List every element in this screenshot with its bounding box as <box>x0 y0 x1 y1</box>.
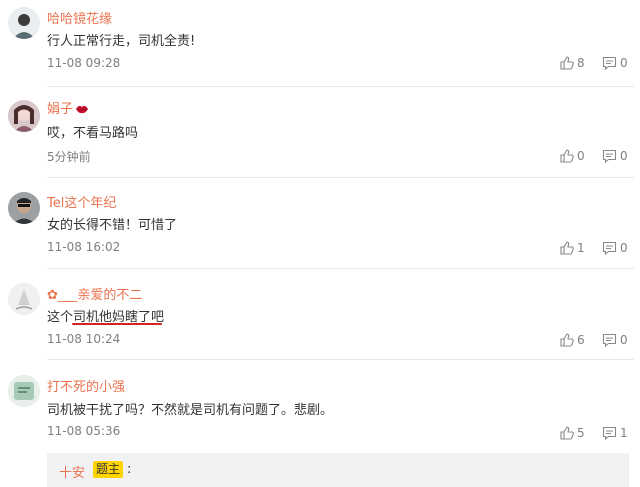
like-count: 8 <box>577 56 585 70</box>
comment-text: 司机被干扰了吗？不然就是司机有问题了。悲剧。 <box>47 403 334 418</box>
comment-time: 11-08 09:28 <box>47 56 121 70</box>
reply-count: 0 <box>620 241 628 255</box>
comment-text: 哎，不看马路吗 <box>47 126 139 141</box>
comment-item: 娟子 哎，不看马路吗 5分钟前 0 0 <box>0 90 640 180</box>
comment-time: 11-08 10:24 <box>47 332 121 346</box>
avatar[interactable] <box>8 100 40 132</box>
comment-text: 女的长得不错！可惜了 <box>47 218 178 233</box>
like-count: 5 <box>577 426 585 440</box>
lips-emoji-icon <box>75 103 89 114</box>
thumbs-up-icon <box>560 426 574 440</box>
avatar[interactable] <box>8 192 40 224</box>
reply-button[interactable]: 0 <box>602 149 628 163</box>
avatar[interactable] <box>8 375 40 407</box>
comment-item: ✿___亲爱的不二 这个司机他妈瞎了吧 11-08 10:24 6 0 <box>0 270 640 360</box>
like-count: 6 <box>577 333 585 347</box>
thumbs-up-icon <box>560 56 574 70</box>
reply-button[interactable]: 0 <box>602 333 628 347</box>
comment-text: 行人正常行走，司机全责! <box>47 34 196 49</box>
username[interactable]: Tel这个年纪 <box>47 192 116 211</box>
avatar[interactable] <box>8 7 40 39</box>
thumbs-up-icon <box>560 241 574 255</box>
reply-username[interactable]: 十安 <box>59 462 85 481</box>
reply-button[interactable]: 1 <box>602 426 628 440</box>
comment-time: 11-08 16:02 <box>47 240 121 254</box>
divider <box>47 268 634 269</box>
like-button[interactable]: 0 <box>560 149 585 163</box>
username[interactable]: 打不死的小强 <box>47 376 125 395</box>
reply-button[interactable]: 0 <box>602 241 628 255</box>
like-button[interactable]: 8 <box>560 56 585 70</box>
reply-colon: : <box>127 462 132 477</box>
comment-time: 5分钟前 <box>47 150 91 164</box>
like-count: 0 <box>577 149 585 163</box>
comment-bubble-icon <box>602 426 617 440</box>
username-text: 娟子 <box>47 102 74 117</box>
comment-time: 11-08 05:36 <box>47 424 121 438</box>
username[interactable]: ✿___亲爱的不二 <box>47 284 142 303</box>
comment-item: 哈哈镜花缘 行人正常行走，司机全责! 11-08 09:28 8 0 <box>0 0 640 90</box>
reply-button[interactable]: 0 <box>602 56 628 70</box>
divider <box>47 177 634 178</box>
thumbs-up-icon <box>560 149 574 163</box>
username[interactable]: 哈哈镜花缘 <box>47 8 112 27</box>
like-count: 1 <box>577 241 585 255</box>
host-badge: 题主 <box>93 461 124 478</box>
like-button[interactable]: 5 <box>560 426 585 440</box>
like-button[interactable]: 1 <box>560 241 585 255</box>
avatar[interactable] <box>8 283 40 315</box>
comment-bubble-icon <box>602 333 617 347</box>
divider <box>47 86 634 87</box>
reply-count: 0 <box>620 149 628 163</box>
reply-count: 1 <box>620 426 628 440</box>
comment-bubble-icon <box>602 241 617 255</box>
thumbs-up-icon <box>560 333 574 347</box>
comment-bubble-icon <box>602 149 617 163</box>
comment-item: 打不死的小强 司机被干扰了吗？不然就是司机有问题了。悲剧。 11-08 05:3… <box>0 360 640 453</box>
username[interactable]: 娟子 <box>47 98 89 117</box>
reply-count: 0 <box>620 56 628 70</box>
like-button[interactable]: 6 <box>560 333 585 347</box>
comment-bubble-icon <box>602 56 617 70</box>
highlight-underline <box>72 323 162 325</box>
reply-preview: 十安 题主 : <box>47 453 629 487</box>
comment-item: Tel这个年纪 女的长得不错！可惜了 11-08 16:02 1 0 <box>0 180 640 270</box>
reply-count: 0 <box>620 333 628 347</box>
